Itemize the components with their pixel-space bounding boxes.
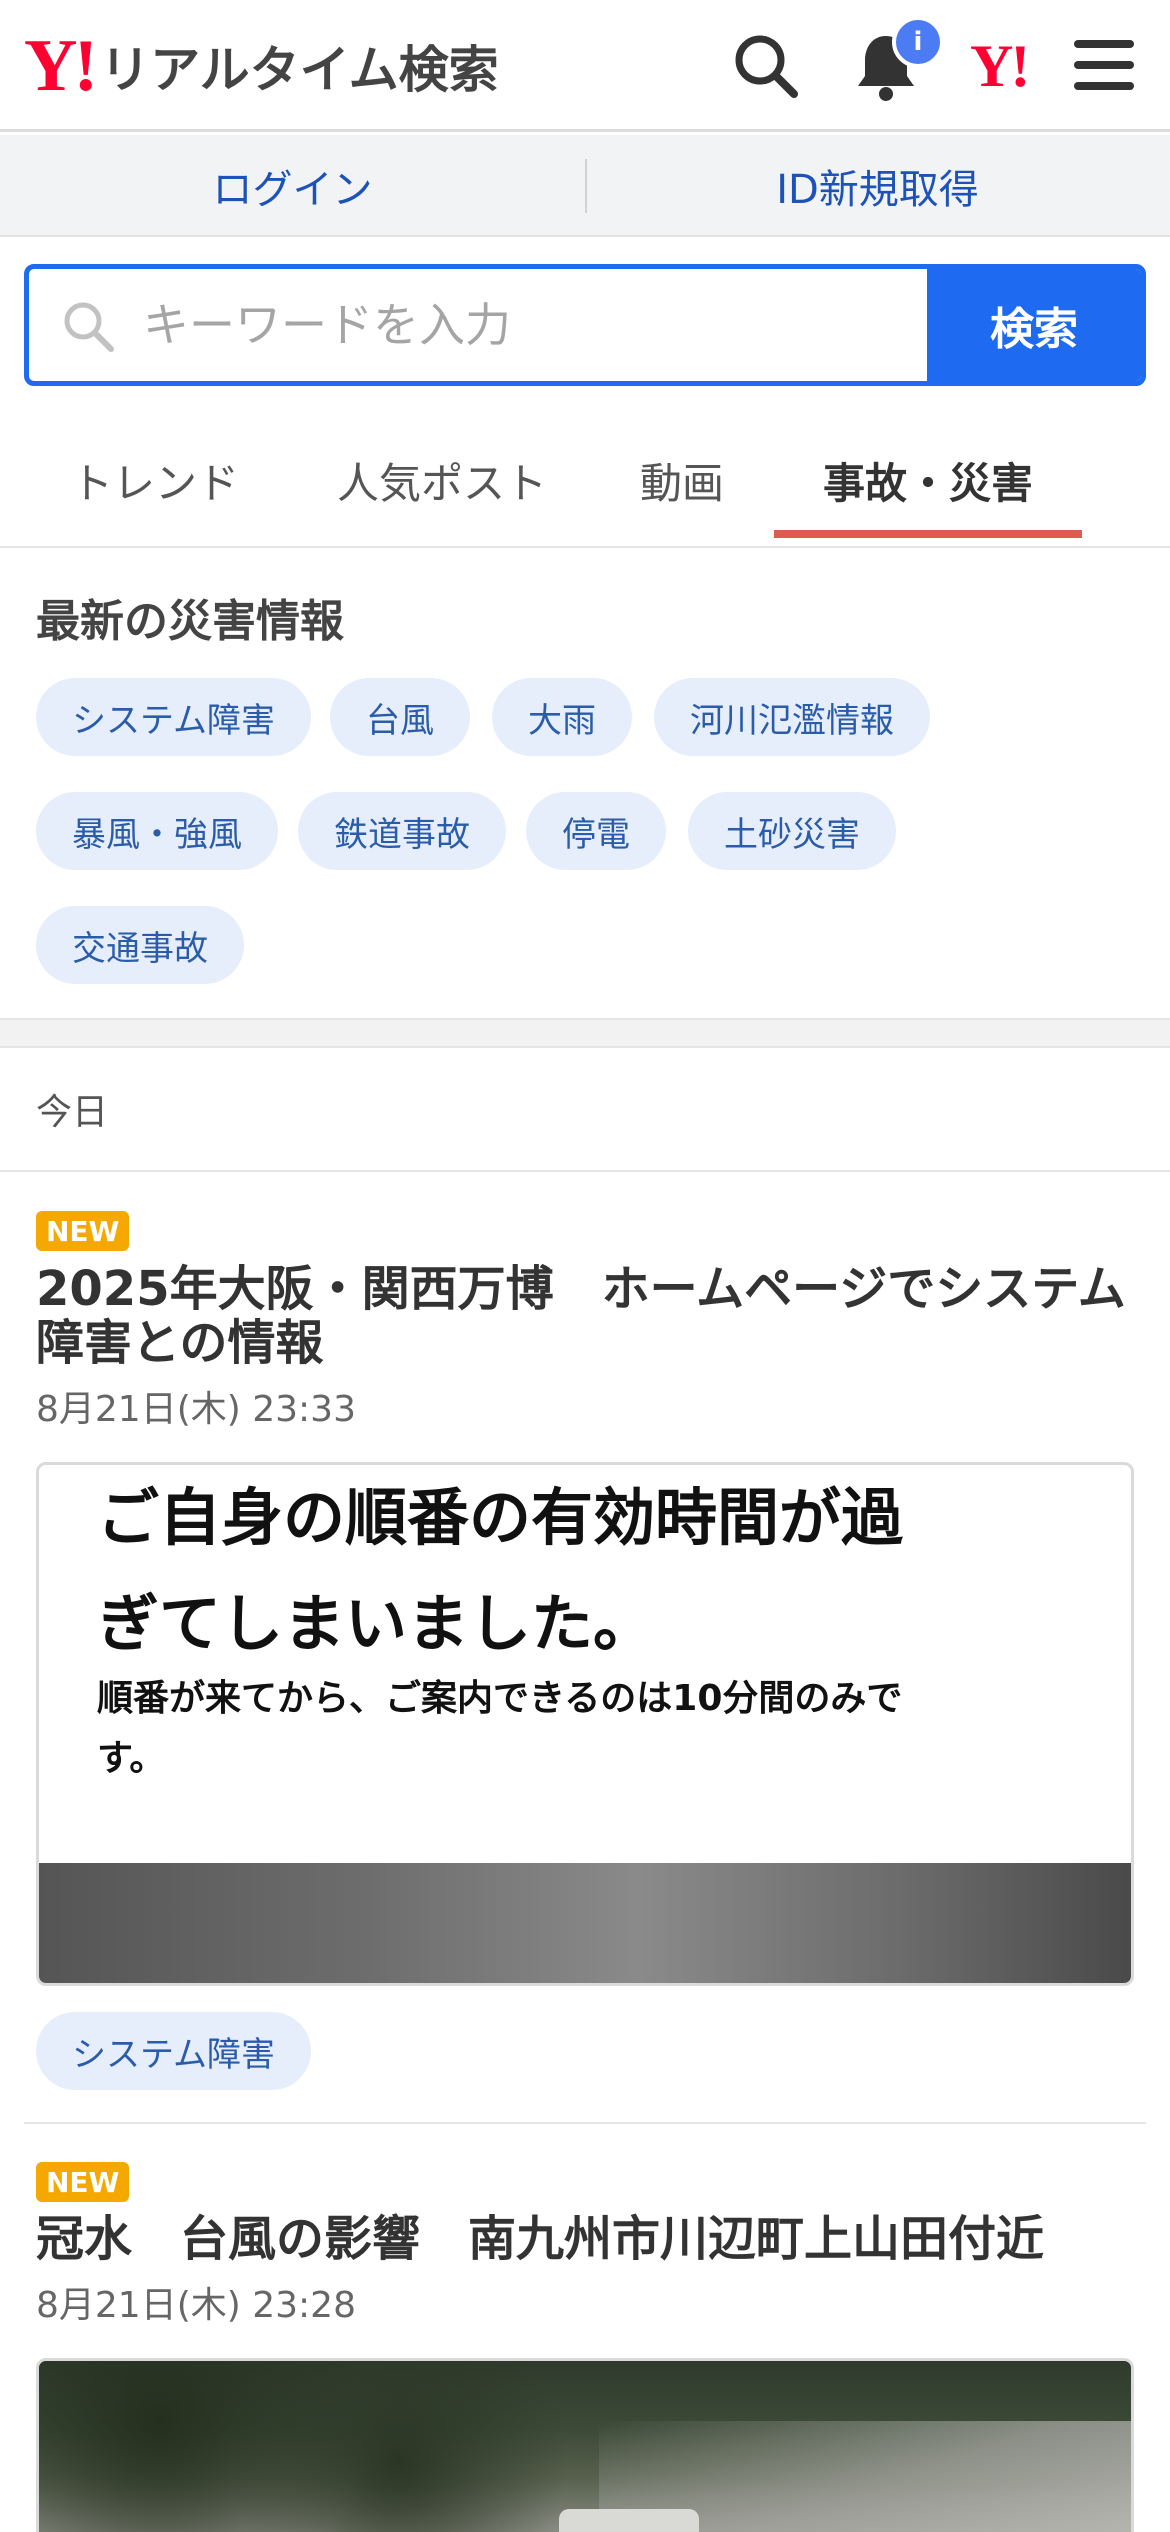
register-link[interactable]: ID新規取得: [585, 135, 1170, 237]
chip-storm-wind[interactable]: 暴風・強風: [36, 792, 278, 870]
tab-trend[interactable]: トレンド: [40, 412, 270, 548]
image-text: ご自身の順番の有効時間が過: [97, 1481, 904, 1554]
tab-popular-posts[interactable]: 人気ポスト: [312, 412, 572, 548]
yahoo-top-link[interactable]: Y!: [970, 32, 1030, 101]
search-button[interactable]: 検索: [927, 269, 1141, 381]
logo-title: リアルタイム検索: [100, 41, 499, 99]
tab-video[interactable]: 動画: [612, 412, 752, 548]
search-icon[interactable]: [728, 28, 804, 104]
article-image[interactable]: [36, 2358, 1134, 2532]
divider: [0, 1170, 1170, 1172]
search-icon: [64, 302, 114, 352]
logo[interactable]: Y! リアルタイム検索: [24, 28, 499, 104]
chip-railway-accident[interactable]: 鉄道事故: [298, 792, 506, 870]
tab-accident-disaster[interactable]: 事故・災害: [774, 412, 1082, 548]
chip-traffic-accident[interactable]: 交通事故: [36, 906, 244, 984]
image-car: [559, 2509, 699, 2532]
image-foliage: [39, 2361, 639, 2532]
chip-typhoon[interactable]: 台風: [330, 678, 470, 756]
chip-heavy-rain[interactable]: 大雨: [492, 678, 632, 756]
image-text: す。: [97, 1738, 166, 1779]
login-link[interactable]: ログイン: [0, 135, 585, 237]
search-form: 検索: [24, 264, 1146, 386]
section-divider: [0, 1018, 1170, 1048]
new-badge: NEW: [36, 2162, 130, 2202]
category-tabs: トレンド 人気ポスト 動画 事故・災害: [0, 412, 1170, 548]
article-image[interactable]: ご自身の順番の有効時間が過 ぎてしまいました。 順番が来てから、ご案内できるのは…: [36, 1462, 1134, 1986]
new-badge: NEW: [36, 1211, 130, 1251]
active-tab-indicator: [774, 530, 1082, 538]
image-band: [39, 1863, 1131, 1983]
article-time: 8月21日(木) 23:28: [36, 2285, 356, 2326]
date-group-label: 今日: [36, 1092, 109, 1133]
image-text: 順番が来てから、ご案内できるのは10分間のみで: [97, 1678, 903, 1719]
section-title: 最新の災害情報: [36, 596, 344, 647]
yahoo-logo-mark: Y!: [24, 25, 98, 107]
chip-power-outage[interactable]: 停電: [526, 792, 666, 870]
chip-river-flood[interactable]: 河川氾濫情報: [654, 678, 930, 756]
login-bar: ログイン ID新規取得: [0, 135, 1170, 237]
article-time: 8月21日(木) 23:33: [36, 1389, 356, 1430]
menu-icon[interactable]: [1068, 28, 1144, 104]
article-tag[interactable]: システム障害: [36, 2012, 311, 2090]
image-text: ぎてしまいました。: [97, 1587, 656, 1660]
notification-badge: i: [892, 16, 944, 68]
chip-landslide[interactable]: 土砂災害: [688, 792, 896, 870]
article-title[interactable]: 2025年大阪・関西万博 ホームページでシステム障害との情報: [36, 1262, 1136, 1370]
app-header: Y! リアルタイム検索 i Y!: [0, 0, 1170, 132]
divider: [24, 2122, 1146, 2124]
article-title[interactable]: 冠水 台風の影響 南九州市川辺町上山田付近: [36, 2212, 1136, 2266]
chip-system-failure[interactable]: システム障害: [36, 678, 311, 756]
search-input[interactable]: [143, 269, 943, 381]
